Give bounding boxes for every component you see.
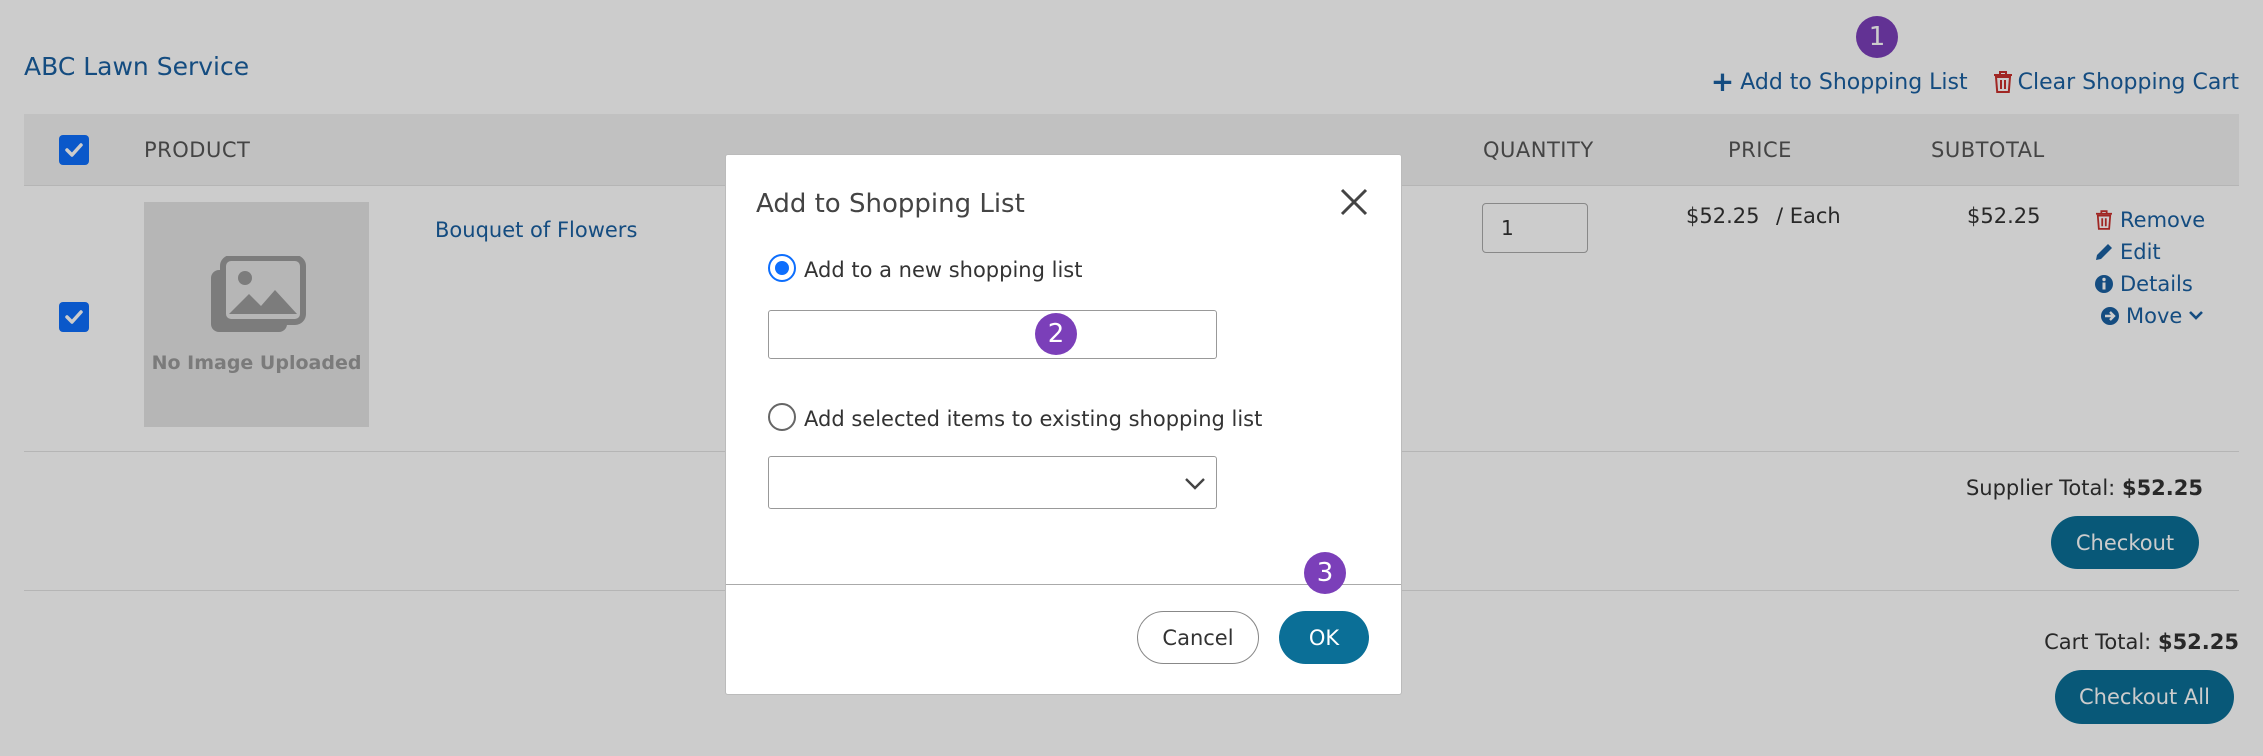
new-list-radio[interactable] <box>768 254 796 282</box>
step-badge-2: 2 <box>1035 313 1077 355</box>
chevron-down-icon <box>1185 478 1205 490</box>
modal-footer-divider <box>726 584 1401 585</box>
new-list-name-input[interactable] <box>768 310 1217 359</box>
add-to-shopping-list-modal: Add to Shopping List Add to a new shoppi… <box>725 154 1402 695</box>
step-badge-3: 3 <box>1304 552 1346 594</box>
existing-list-select[interactable] <box>768 456 1217 509</box>
modal-title: Add to Shopping List <box>756 189 1025 219</box>
existing-list-radio[interactable] <box>768 403 796 431</box>
close-icon[interactable] <box>1339 187 1369 217</box>
existing-list-radio-label: Add selected items to existing shopping … <box>804 407 1263 431</box>
new-list-radio-label: Add to a new shopping list <box>804 258 1083 282</box>
cancel-button[interactable]: Cancel <box>1137 611 1259 664</box>
ok-button[interactable]: OK <box>1279 611 1369 664</box>
